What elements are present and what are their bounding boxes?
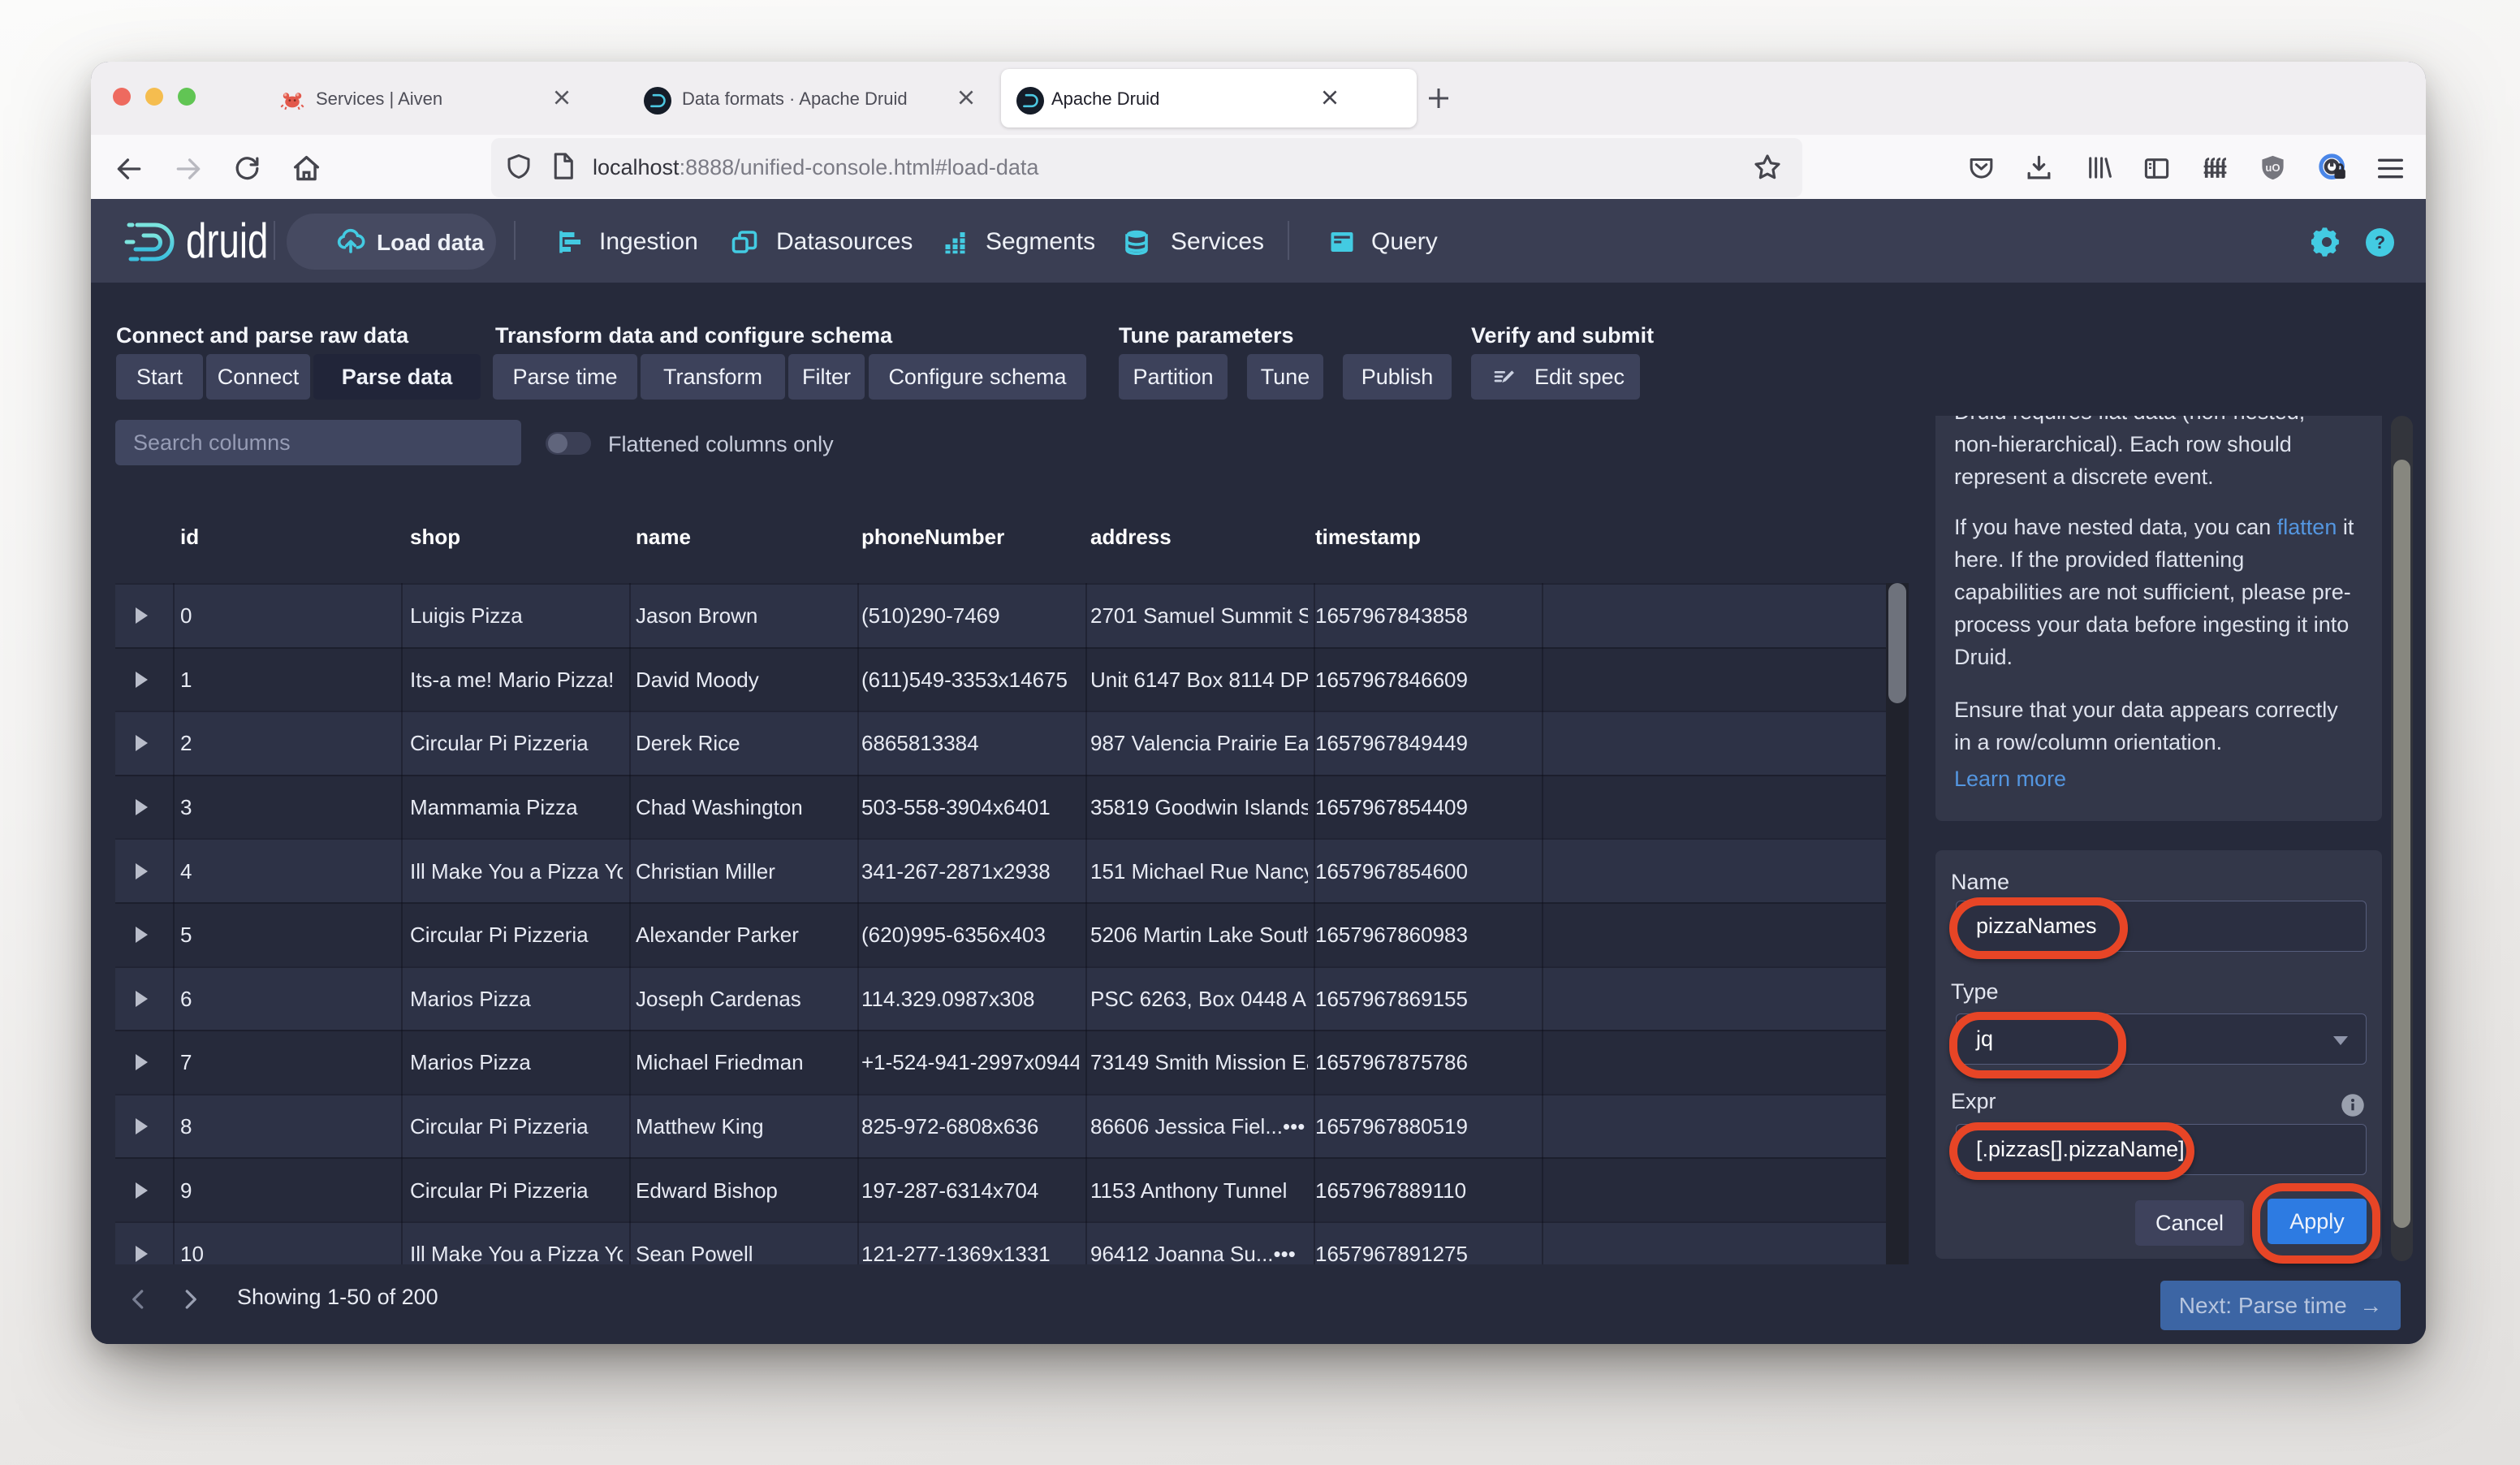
svg-text:uO: uO <box>2265 162 2280 174</box>
svg-text:?: ? <box>2375 232 2385 253</box>
